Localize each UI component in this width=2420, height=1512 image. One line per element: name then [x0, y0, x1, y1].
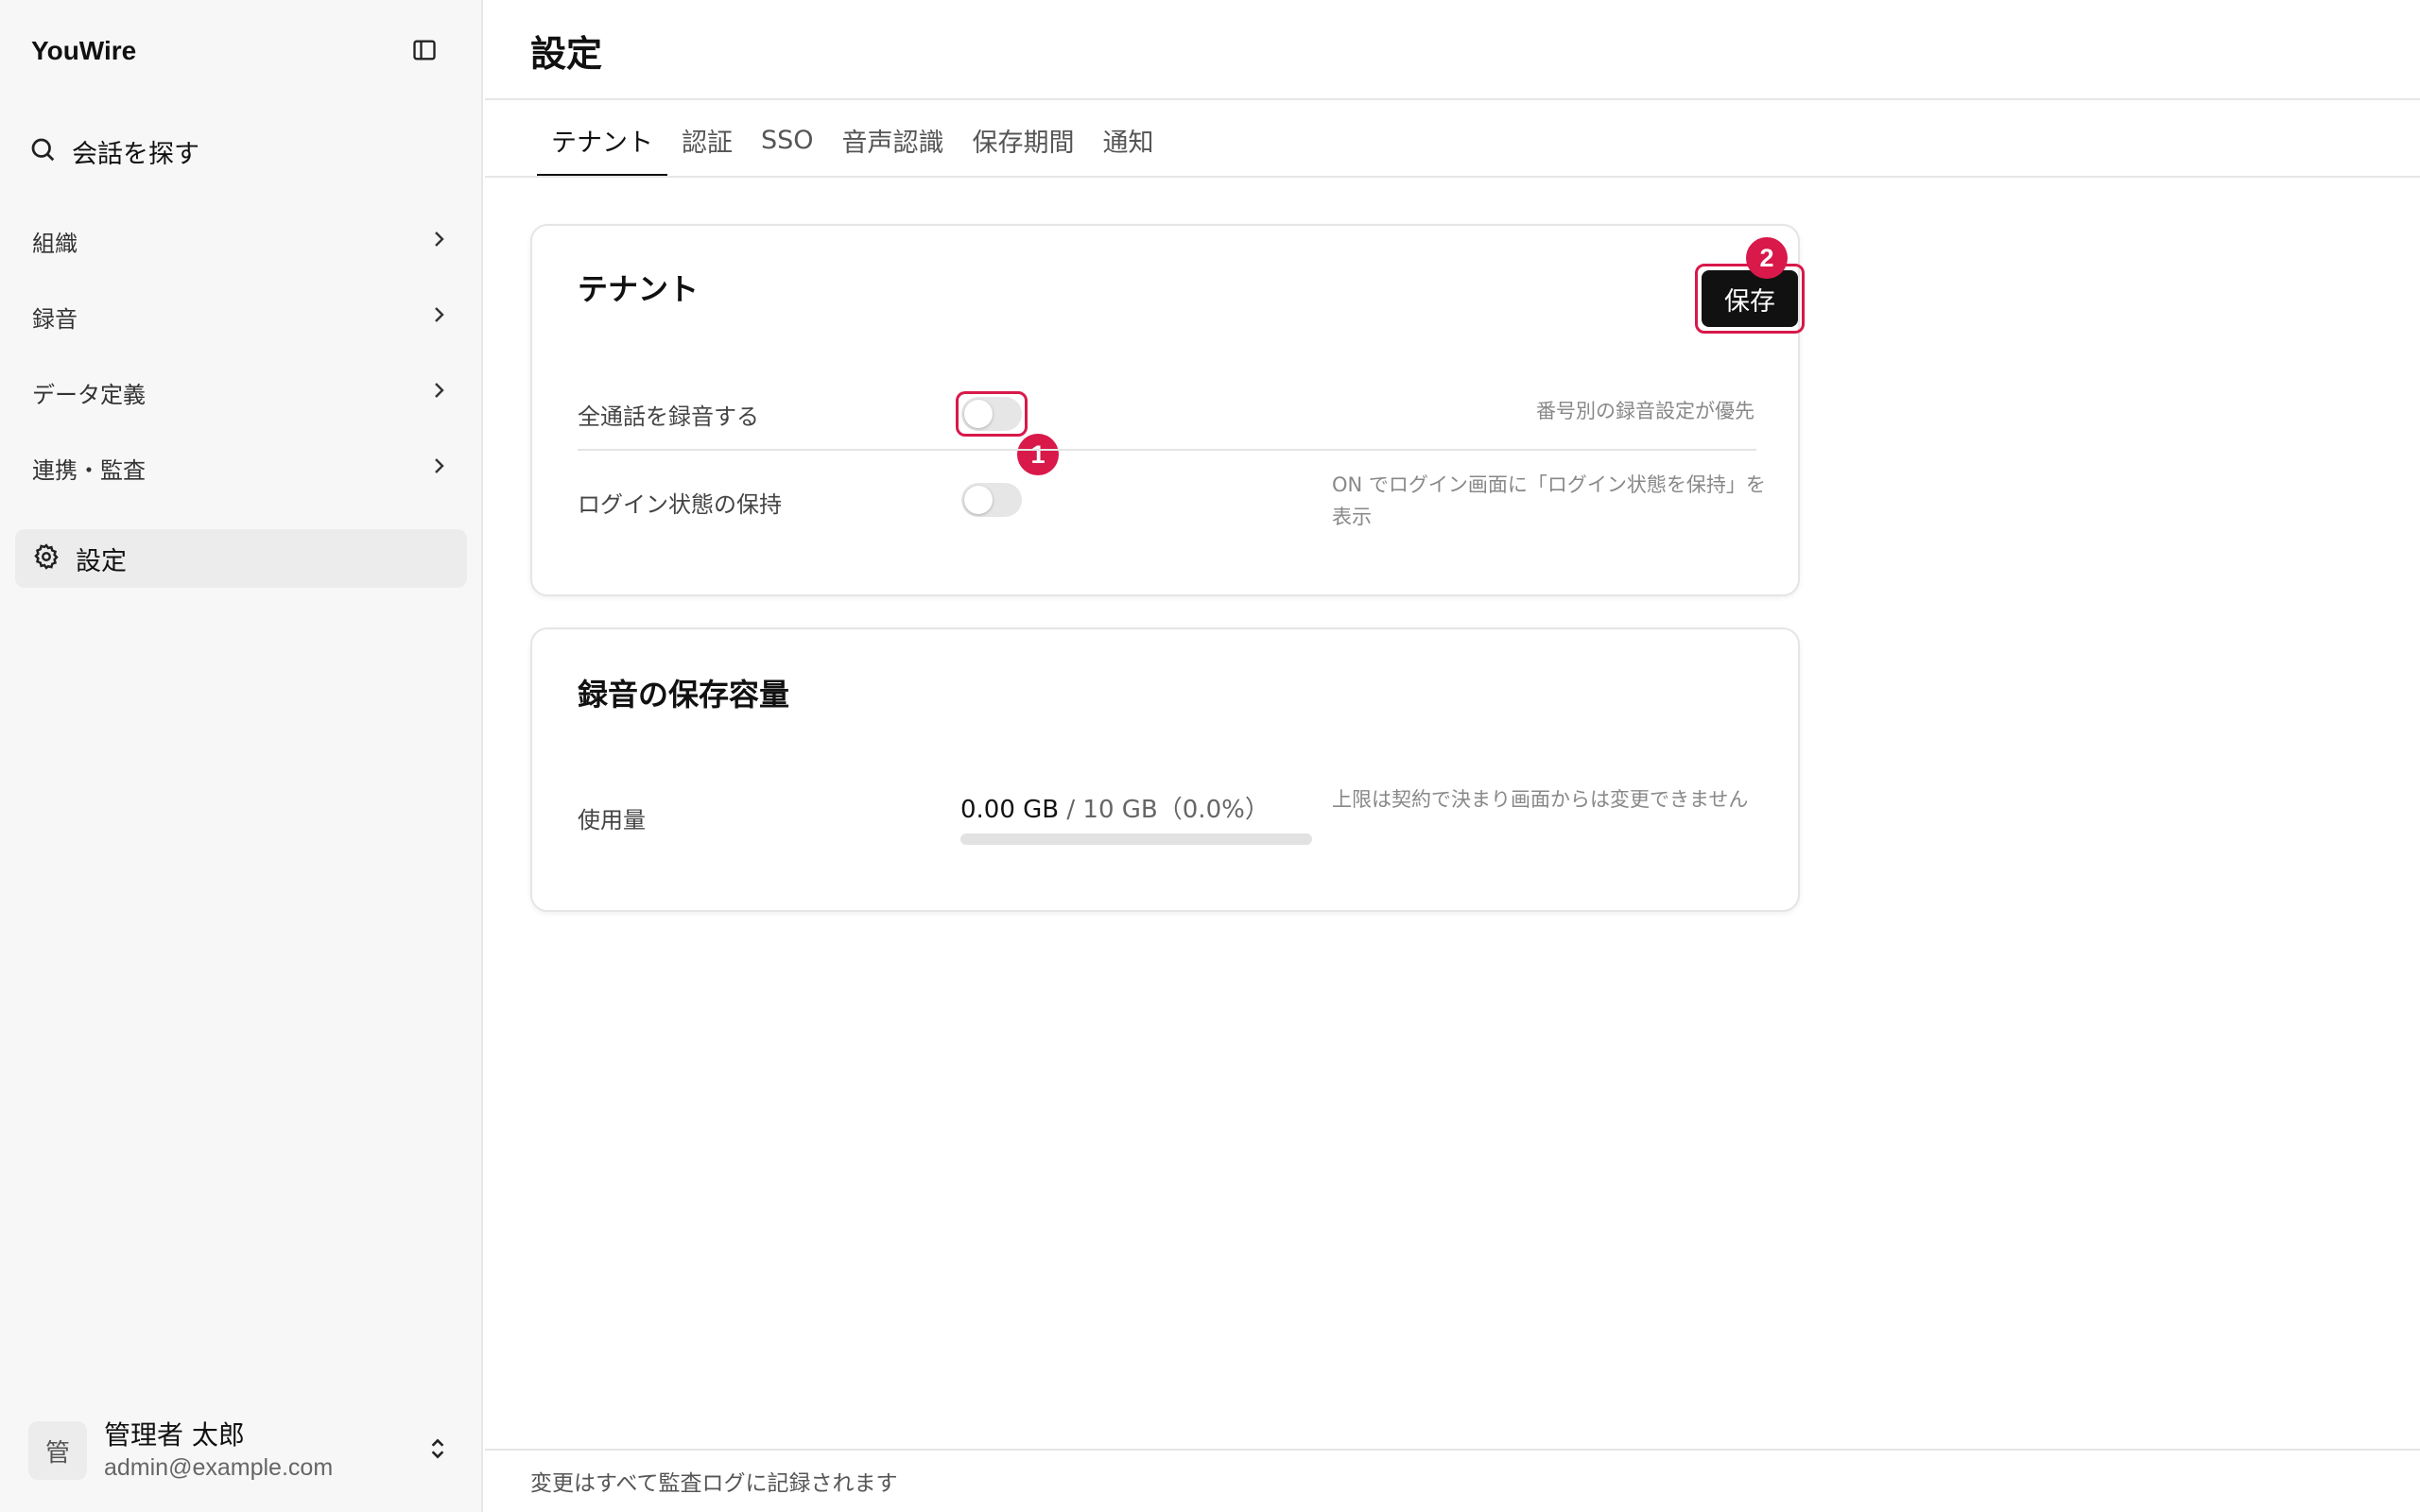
brand-logo: YouWire: [31, 36, 137, 65]
chevron-right-icon: [427, 455, 450, 481]
card-title: 録音の保存容量: [578, 677, 790, 713]
user-email: admin@example.com: [104, 1454, 334, 1481]
record-all-calls-toggle[interactable]: [961, 397, 1022, 431]
sidebar-item-integration-audit[interactable]: 連携・監査: [15, 439, 467, 496]
tab-auth[interactable]: 認証: [667, 102, 747, 178]
app-window: YouWire 会話を探す 組織 録音 データ定義 連携・監査 設定 管 管理者…: [0, 0, 2420, 1512]
sidebar-search-conversations[interactable]: 会話を探す: [28, 130, 444, 172]
sidebar-item-label: 設定: [76, 546, 127, 576]
sidebar-item-label: 連携・監査: [32, 456, 146, 484]
keep-login-help: ON でログイン画面に「ログイン状態を保持」を表示: [1332, 473, 1766, 528]
tab-retention[interactable]: 保存期間: [959, 102, 1089, 178]
sidebar-item-recording[interactable]: 録音: [15, 288, 467, 345]
sidebar: YouWire 会話を探す 組織 録音 データ定義 連携・監査 設定 管 管理者…: [0, 0, 483, 1512]
toggle-knob: [964, 486, 993, 514]
divider: [485, 1449, 2420, 1451]
tab-notifications[interactable]: 通知: [1089, 102, 1168, 178]
user-name: 管理者 太郎: [104, 1419, 245, 1451]
sidebar-item-data-definition[interactable]: データ定義: [15, 364, 467, 421]
chevron-right-icon: [427, 303, 450, 330]
audit-log-notice: 変更はすべて監査ログに記録されます: [530, 1471, 898, 1496]
tab-speech-recognition[interactable]: 音声認識: [828, 102, 959, 178]
save-button[interactable]: 保存: [1702, 270, 1798, 327]
sidebar-toggle-button[interactable]: [408, 36, 441, 68]
sidebar-item-label: 録音: [32, 305, 78, 333]
annotation-badge: 2: [1746, 237, 1788, 279]
usage-progress-bar: [960, 833, 1312, 845]
record-all-calls-help: 番号別の録音設定が優先: [1536, 400, 1754, 422]
divider: [485, 176, 2420, 178]
sidebar-item-label: データ定義: [32, 381, 146, 408]
divider: [485, 98, 2420, 100]
chevron-right-icon: [427, 228, 450, 254]
user-menu[interactable]: 管 管理者 太郎 admin@example.com: [28, 1418, 454, 1484]
usage-label: 使用量: [578, 807, 646, 833]
chevrons-up-down-icon: [425, 1436, 450, 1465]
search-icon: [28, 135, 57, 167]
sidebar-item-settings[interactable]: 設定: [15, 529, 467, 588]
storage-card: 録音の保存容量 使用量 0.00 GB / 10 GB（0.0%） 上限は契約で…: [530, 627, 1800, 912]
toggle-knob: [964, 400, 993, 428]
user-menu-button[interactable]: [422, 1435, 454, 1467]
sidebar-panel-icon: [411, 37, 438, 67]
usage-value: 0.00 GB / 10 GB（0.0%）: [960, 790, 1270, 825]
usage-limit: / 10 GB（0.0%）: [1059, 796, 1270, 824]
gear-icon: [32, 542, 60, 575]
usage-help: 上限は契約で決まり画面からは変更できません: [1332, 788, 1749, 811]
annotation-badge: 1: [1017, 434, 1059, 475]
sidebar-item-label: 組織: [32, 230, 78, 257]
keep-login-label: ログイン状態の保持: [578, 491, 782, 518]
tab-sso[interactable]: SSO: [747, 102, 828, 178]
tab-tenant[interactable]: テナント: [537, 102, 667, 178]
keep-login-toggle[interactable]: [961, 483, 1022, 517]
search-label: 会話を探す: [72, 139, 199, 169]
page-title: 設定: [530, 33, 603, 75]
usage-used: 0.00 GB: [960, 796, 1060, 824]
main-content: 設定 テナント 認証 SSO 音声認識 保存期間 通知 テナント 保存 2 全通…: [485, 0, 2420, 1512]
tenant-card: テナント 保存 2 全通話を録音する 1 番号別の録音設定が優先 ログイン状態の…: [530, 224, 1805, 596]
card-title: テナント: [578, 271, 700, 307]
divider: [578, 449, 1756, 451]
avatar: 管: [28, 1421, 87, 1480]
record-all-calls-label: 全通話を録音する: [578, 404, 759, 430]
chevron-right-icon: [427, 379, 450, 405]
sidebar-item-organization[interactable]: 組織: [15, 213, 467, 269]
settings-tabs: テナント 認証 SSO 音声認識 保存期間 通知: [537, 102, 1168, 178]
